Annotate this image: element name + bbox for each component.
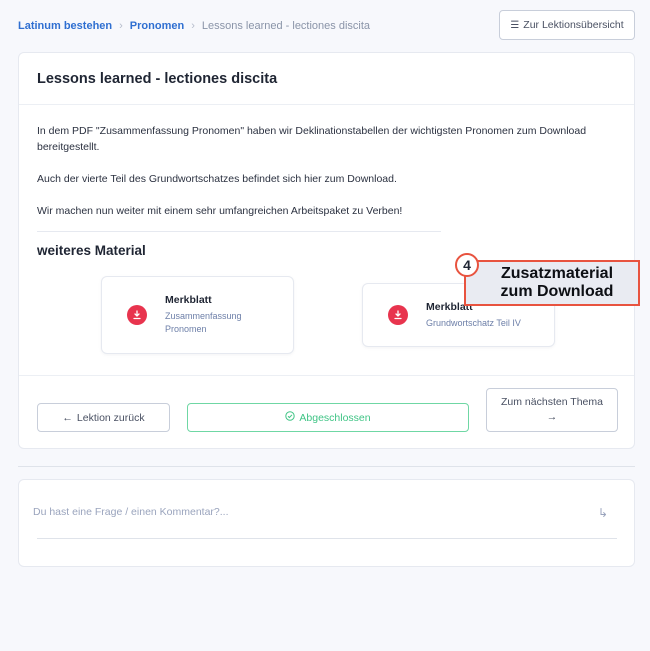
comment-card: ↳ bbox=[18, 479, 635, 567]
top-bar: Latinum bestehen › Pronomen › Lessons le… bbox=[0, 0, 650, 52]
lesson-overview-label: Zur Lektionsübersicht bbox=[523, 19, 624, 31]
breadcrumb-separator: › bbox=[119, 20, 123, 32]
lesson-paragraph: Auch der vierte Teil des Grundwortschatz… bbox=[37, 173, 397, 185]
section-divider bbox=[37, 231, 441, 232]
comment-underline bbox=[37, 538, 617, 539]
download-icon bbox=[388, 305, 408, 325]
annotation-callout: Zusatzmaterial zum Download bbox=[464, 260, 640, 306]
page-divider bbox=[18, 466, 635, 467]
lesson-header: Lessons learned - lectiones discita bbox=[19, 53, 634, 105]
material-subtitle: Zusammenfassung Pronomen bbox=[165, 311, 242, 334]
material-title: Merkblatt bbox=[165, 294, 212, 306]
breadcrumb-item-pronomen[interactable]: Pronomen bbox=[130, 20, 184, 32]
arrow-right-icon: → bbox=[546, 411, 558, 423]
previous-lesson-button[interactable]: ← Lektion zurück bbox=[37, 403, 170, 432]
lesson-paragraph: In dem PDF "Zusammenfassung Pronomen" ha… bbox=[37, 125, 587, 153]
material-text: Merkblatt Zusammenfassung Pronomen bbox=[165, 294, 255, 336]
completed-label: Abgeschlossen bbox=[299, 411, 371, 424]
callout-line-2: zum Download bbox=[500, 283, 614, 300]
download-icon bbox=[127, 305, 147, 325]
breadcrumb: Latinum bestehen › Pronomen › Lessons le… bbox=[18, 20, 370, 32]
lesson-body: In dem PDF "Zusammenfassung Pronomen" ha… bbox=[19, 105, 634, 219]
comment-input[interactable] bbox=[33, 502, 593, 522]
material-item-zusammenfassung[interactable]: Merkblatt Zusammenfassung Pronomen bbox=[101, 276, 294, 354]
lesson-footer: ← Lektion zurück Abgeschlossen Zum nächs… bbox=[19, 375, 634, 449]
lesson-title: Lessons learned - lectiones discita bbox=[37, 70, 278, 87]
next-topic-label: Zum nächsten Thema bbox=[501, 396, 603, 408]
arrow-left-icon: ← bbox=[62, 411, 73, 424]
check-circle-icon bbox=[285, 411, 296, 424]
breadcrumb-item-latinum[interactable]: Latinum bestehen bbox=[18, 20, 112, 32]
callout-line-1: Zusatzmaterial bbox=[500, 265, 614, 282]
send-icon[interactable]: ↳ bbox=[598, 506, 608, 520]
breadcrumb-separator: › bbox=[191, 20, 195, 32]
lesson-card: Lessons learned - lectiones discita In d… bbox=[18, 52, 640, 449]
lesson-overview-button[interactable]: ☰ Zur Lektionsübersicht bbox=[499, 10, 635, 40]
material-subtitle: Grundwortschatz Teil IV bbox=[426, 317, 521, 328]
breadcrumb-current: Lessons learned - lectiones discita bbox=[201, 20, 371, 32]
completed-button[interactable]: Abgeschlossen bbox=[187, 403, 469, 432]
callout-number-badge: 4 bbox=[455, 253, 479, 277]
material-section-title: weiteres Material bbox=[37, 243, 146, 258]
lesson-paragraph: Wir machen nun weiter mit einem sehr umf… bbox=[37, 205, 403, 217]
list-icon: ☰ bbox=[510, 19, 520, 31]
previous-lesson-label: Lektion zurück bbox=[76, 411, 145, 424]
next-topic-button[interactable]: Zum nächsten Thema → bbox=[486, 388, 618, 432]
